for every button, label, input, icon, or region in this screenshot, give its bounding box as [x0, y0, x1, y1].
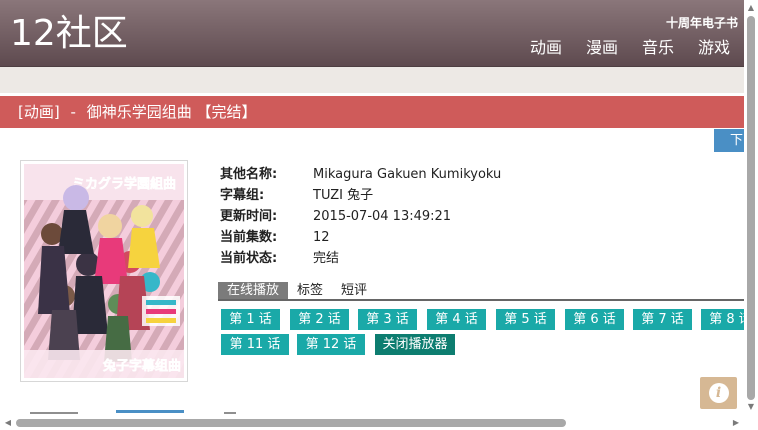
info-value: 完结 — [313, 251, 340, 266]
info-row-updated: 更新时间: 2015-07-04 13:49:21 — [220, 206, 501, 227]
episode-button-12[interactable]: 第 12 话 — [297, 334, 365, 355]
info-row-subgroup: 字幕组: TUZI 兔子 — [220, 185, 501, 206]
episode-button-6[interactable]: 第 6 话 — [565, 309, 624, 330]
info-label: 其他名称: — [220, 167, 278, 182]
tab-tags[interactable]: 标签 — [288, 282, 332, 299]
info-value[interactable]: TUZI 兔子 — [313, 185, 373, 206]
horizontal-scrollbar[interactable]: ◀ ▶ — [0, 416, 744, 430]
download-button[interactable]: 下 — [714, 129, 744, 152]
title-category: [动画] — [18, 103, 60, 121]
tab-short-reviews[interactable]: 短评 — [332, 282, 376, 299]
info-icon: i — [708, 383, 729, 403]
site-header: 12社区 十周年电子书 动画 漫画 音乐 游戏 — [0, 0, 744, 66]
site-logo[interactable]: 12社区 — [10, 12, 128, 56]
episode-button-7[interactable]: 第 7 话 — [633, 309, 692, 330]
scroll-up-icon[interactable]: ▲ — [747, 2, 755, 14]
poster-title-top: ミカグラ学園組曲 — [72, 176, 176, 192]
scroll-right-icon[interactable]: ▶ — [730, 417, 742, 429]
info-label: 更新时间: — [220, 209, 278, 224]
cover-poster[interactable]: ミカグラ学園組曲 兔子字幕组曲 — [20, 160, 188, 382]
series-info: 其他名称: Mikagura Gakuen Kumikyoku 字幕组: TUZ… — [220, 164, 501, 269]
info-value: Mikagura Gakuen Kumikyoku — [313, 167, 502, 182]
nav-item-games[interactable]: 游戏 — [698, 38, 730, 58]
info-label: 字幕组: — [220, 188, 265, 203]
episode-button-11[interactable]: 第 11 话 — [221, 334, 289, 355]
nav-item-music[interactable]: 音乐 — [642, 38, 674, 58]
below-fold-tab[interactable] — [116, 410, 184, 413]
nav-item-anime[interactable]: 动画 — [530, 38, 562, 58]
close-player-button[interactable]: 关闭播放器 — [375, 334, 455, 355]
episode-button-8[interactable]: 第 8 话 — [701, 309, 744, 330]
info-row-alt-name: 其他名称: Mikagura Gakuen Kumikyoku — [220, 164, 501, 185]
info-label: 当前状态: — [220, 251, 278, 266]
poster-title-bottom: 兔子字幕组曲 — [102, 358, 181, 374]
tab-online-play[interactable]: 在线播放 — [218, 282, 289, 299]
title-separator: - — [70, 103, 76, 121]
horizontal-scroll-thumb[interactable] — [16, 419, 566, 427]
episode-button-2[interactable]: 第 2 话 — [290, 309, 349, 330]
title-status: 【完结】 — [196, 103, 257, 121]
info-row-status: 当前状态: 完结 — [220, 248, 501, 269]
episode-button-5[interactable]: 第 5 话 — [496, 309, 555, 330]
below-fold-text — [30, 412, 78, 414]
title-name: 御神乐学园组曲 — [86, 103, 192, 121]
sub-nav-band — [0, 66, 744, 93]
scroll-down-icon[interactable]: ▼ — [747, 401, 755, 413]
episode-button-1[interactable]: 第 1 话 — [221, 309, 280, 330]
poster-art: ミカグラ学園組曲 兔子字幕组曲 — [24, 164, 184, 378]
main-nav: 动画 漫画 音乐 游戏 — [530, 38, 730, 58]
info-value: 2015-07-04 13:49:21 — [313, 209, 452, 224]
vertical-scrollbar[interactable]: ▲ ▼ — [744, 0, 758, 416]
episode-button-4[interactable]: 第 4 话 — [427, 309, 486, 330]
nav-item-manga[interactable]: 漫画 — [586, 38, 618, 58]
info-label: 当前集数: — [220, 230, 278, 245]
info-fab-button[interactable]: i — [700, 377, 737, 409]
anniversary-ebook-link[interactable]: 十周年电子书 — [666, 14, 738, 31]
content-tabs: 在线播放 标签 短评 — [218, 282, 744, 301]
episode-button-3[interactable]: 第 3 话 — [358, 309, 417, 330]
page-title: [动画] - 御神乐学园组曲 【完结】 — [0, 96, 744, 128]
scrollbar-corner — [744, 416, 758, 430]
info-value: 12 — [313, 230, 330, 245]
info-row-episode-count: 当前集数: 12 — [220, 227, 501, 248]
scroll-left-icon[interactable]: ◀ — [2, 417, 14, 429]
vertical-scroll-thumb[interactable] — [747, 16, 755, 400]
below-fold-text — [224, 412, 236, 414]
page-viewport: 12社区 十周年电子书 动画 漫画 音乐 游戏 [动画] - 御神乐学园组曲 【… — [0, 0, 744, 416]
